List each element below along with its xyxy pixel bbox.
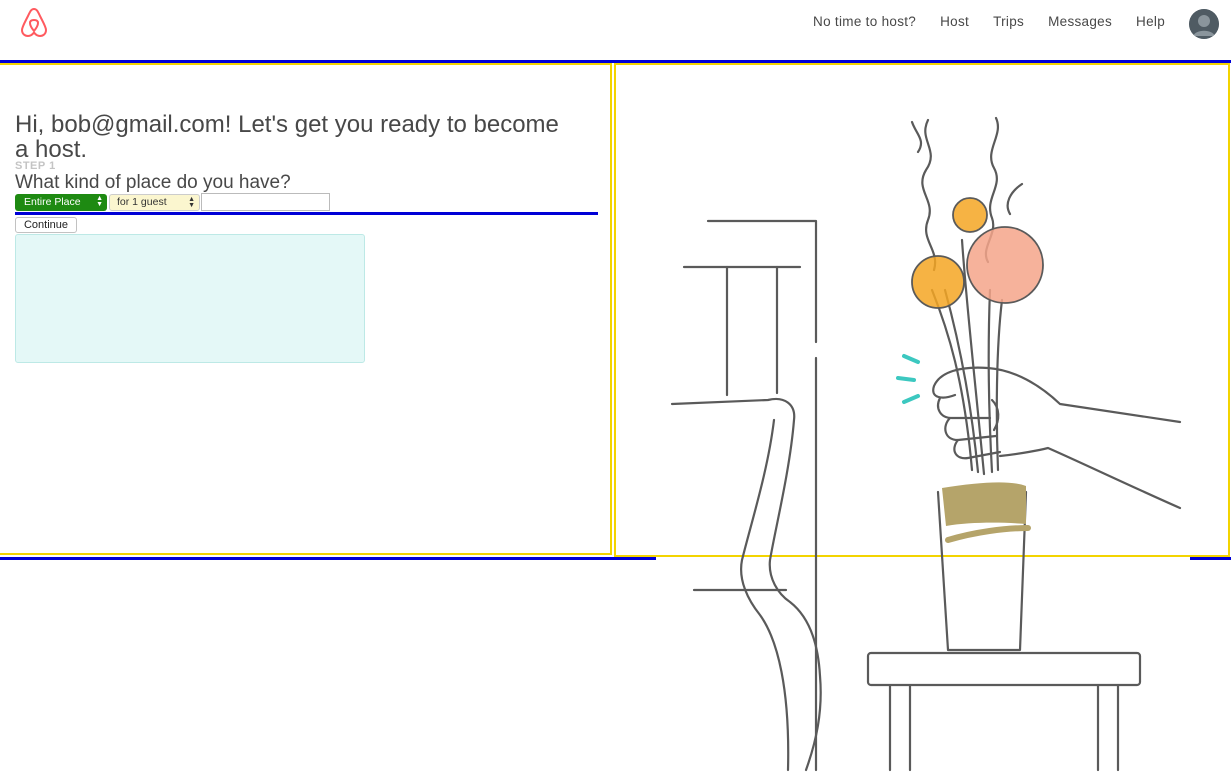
user-avatar-icon[interactable] xyxy=(1189,9,1219,39)
nav-item-messages[interactable]: Messages xyxy=(1048,14,1112,30)
nav-menu: No time to host? Host Trips Messages Hel… xyxy=(789,14,1165,30)
step-question: What kind of place do you have? xyxy=(15,172,291,193)
step-label: STEP 1 xyxy=(15,160,56,172)
info-panel xyxy=(15,234,365,363)
select-arrows-icon: ▲ ▼ xyxy=(96,195,103,208)
select-arrows-icon: ▲ ▼ xyxy=(188,196,195,209)
nav-item-no-time-to-host[interactable]: No time to host? xyxy=(813,14,916,30)
nav-item-help[interactable]: Help xyxy=(1136,14,1165,30)
guest-count-select[interactable]: for 1 guest ▲ ▼ xyxy=(109,194,200,211)
location-input[interactable] xyxy=(201,193,330,211)
guest-count-select-value: for 1 guest xyxy=(117,196,167,208)
place-type-select-value: Entire Place xyxy=(24,196,81,208)
blue-divider-form xyxy=(15,212,598,215)
place-type-select[interactable]: Entire Place ▲ ▼ xyxy=(15,194,107,211)
airbnb-logo-icon[interactable] xyxy=(18,6,50,38)
blue-divider-bottom xyxy=(0,557,656,560)
top-navigation-bar: No time to host? Host Trips Messages Hel… xyxy=(0,0,1231,62)
continue-button[interactable]: Continue xyxy=(15,217,77,233)
nav-item-host[interactable]: Host xyxy=(940,14,969,30)
page-title: Hi, bob@gmail.com! Let's get you ready t… xyxy=(15,111,559,163)
nav-item-trips[interactable]: Trips xyxy=(993,14,1024,30)
flowers-illustration xyxy=(670,116,1182,772)
